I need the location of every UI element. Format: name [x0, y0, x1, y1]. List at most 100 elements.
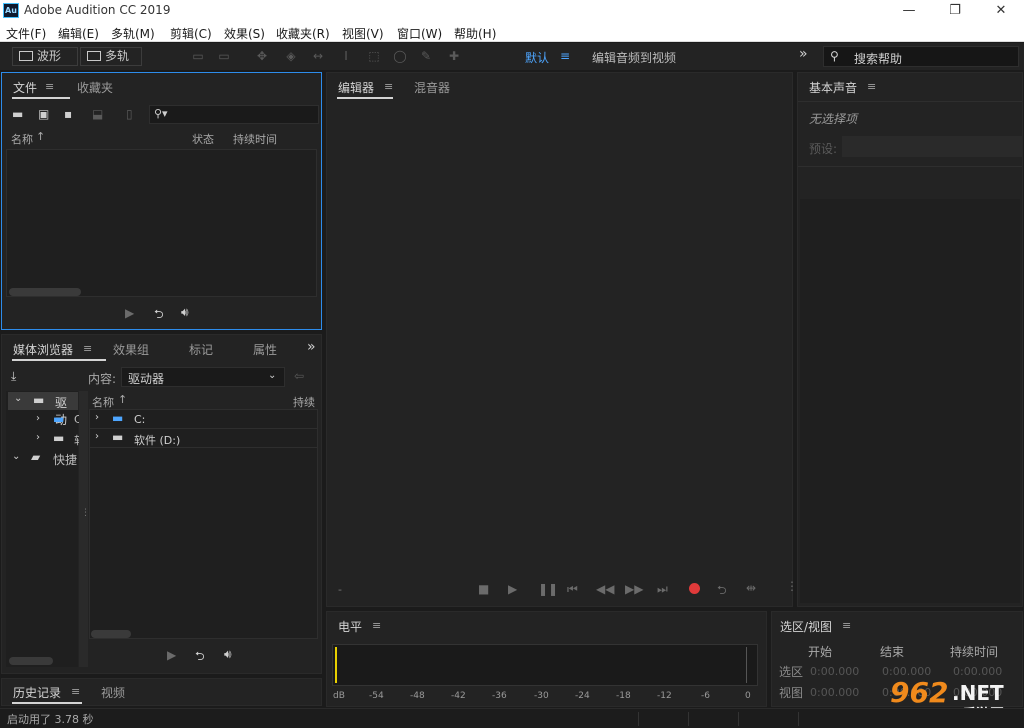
tab-media-browser[interactable]: 媒体浏览器	[13, 341, 73, 358]
restore-button[interactable]: ❐	[932, 0, 978, 22]
media-col-name[interactable]: 名称	[92, 394, 114, 410]
autoplay-speaker-icon[interactable]: 🔊︎	[224, 647, 232, 662]
spectral-display-icon[interactable]: ▭	[190, 49, 206, 64]
new-file-icon[interactable]: ▪	[64, 107, 72, 121]
tab-effects-rack[interactable]: 效果组	[113, 341, 149, 358]
spot-healing-tool-icon[interactable]: ✚	[446, 49, 462, 64]
history-panel-menu-icon[interactable]: ≡	[71, 685, 80, 698]
help-search-field[interactable]: ⚲ 搜索帮助	[823, 46, 1019, 67]
menu-help[interactable]: 帮助(H)	[454, 25, 496, 42]
preset-dropdown[interactable]	[842, 136, 1022, 157]
tab-editor[interactable]: 编辑器	[338, 79, 374, 96]
workspace-default[interactable]: 默认	[525, 49, 549, 66]
loop-icon[interactable]: ⮌	[195, 647, 205, 668]
play-icon[interactable]: ▶	[508, 582, 517, 596]
menu-file[interactable]: 文件(F)	[6, 25, 46, 42]
fast-forward-icon[interactable]: ▶▶	[625, 582, 643, 596]
waveform-view-button[interactable]: 波形	[12, 47, 78, 66]
tab-history[interactable]: 历史记录	[13, 684, 61, 701]
pause-icon[interactable]: ❚❚	[538, 582, 558, 596]
insert-icon[interactable]: ⬓	[92, 107, 103, 121]
razor-tool-icon[interactable]: ◈	[283, 49, 299, 64]
tree-row-drives[interactable]: ⌄ ▬ 驱动	[8, 392, 78, 427]
menu-edit[interactable]: 编辑(E)	[58, 25, 99, 42]
expand-chevron-icon[interactable]: ›	[36, 413, 40, 424]
tab-favorites[interactable]: 收藏夹	[77, 79, 113, 96]
expand-chevron-icon[interactable]: ⌄	[14, 393, 22, 404]
view-start-value[interactable]: 0:00.000	[810, 686, 859, 699]
record-icon[interactable]	[689, 583, 700, 594]
move-tool-icon[interactable]: ✥	[254, 49, 270, 64]
menu-multitrack[interactable]: 多轨(M)	[111, 25, 155, 42]
expand-chevron-icon[interactable]: ›	[95, 412, 99, 423]
back-arrow-icon[interactable]: ⇦	[294, 369, 304, 383]
time-selection-tool-icon[interactable]: I	[338, 49, 354, 64]
marquee-tool-icon[interactable]: ⬚	[366, 49, 382, 64]
expand-chevron-icon[interactable]: ⌄	[12, 451, 20, 462]
play-icon[interactable]: ▶	[167, 648, 176, 662]
watermark-net: .NET	[952, 681, 1004, 705]
rewind-icon[interactable]: ◀◀	[596, 582, 614, 596]
selection-start-value[interactable]: 0:00.000	[810, 665, 859, 678]
tree-hscroll[interactable]	[9, 657, 53, 665]
essential-sound-panel: 基本声音 ≡ 无选择项 预设:	[797, 72, 1023, 607]
multitrack-view-button[interactable]: 多轨	[80, 47, 142, 66]
stop-icon[interactable]: ■	[478, 582, 489, 596]
selection-panel-menu-icon[interactable]: ≡	[842, 619, 851, 632]
autoplay-speaker-icon[interactable]: 🔊︎	[181, 305, 189, 320]
list-item[interactable]: › ▬ C:	[90, 410, 317, 429]
tab-markers[interactable]: 标记	[189, 341, 213, 358]
expand-chevron-icon[interactable]: ›	[36, 432, 40, 443]
waveform-area[interactable]	[331, 101, 789, 579]
skip-selection-icon[interactable]: ⇹	[746, 581, 756, 595]
media-import-icon[interactable]: ⤓	[11, 369, 16, 384]
files-list[interactable]	[6, 149, 317, 297]
skip-previous-icon[interactable]: ⏮	[567, 582, 578, 597]
list-item[interactable]: › ▬ 软件 (D:)	[90, 429, 317, 448]
files-col-status[interactable]: 状态	[192, 131, 214, 147]
essential-sound-menu-icon[interactable]: ≡	[867, 80, 876, 93]
tab-properties[interactable]: 属性	[253, 341, 277, 358]
tab-video[interactable]: 视频	[101, 684, 125, 701]
files-panel-menu-icon[interactable]: ≡	[45, 80, 54, 93]
delete-icon[interactable]: ▯	[126, 107, 133, 121]
lasso-tool-icon[interactable]: ◯	[392, 49, 408, 64]
drive-tree[interactable]: ⌄ ▬ 驱动 › ▬ C › ▬ 软 ⌄ ▰ 快捷	[6, 391, 85, 667]
media-panel-menu-icon[interactable]: ≡	[83, 342, 92, 355]
media-file-list[interactable]: › ▬ C: › ▬ 软件 (D:)	[89, 409, 318, 639]
levels-panel-menu-icon[interactable]: ≡	[372, 619, 381, 632]
media-col-duration[interactable]: 持续	[293, 394, 315, 410]
menu-effects[interactable]: 效果(S)	[224, 25, 265, 42]
menu-favorites[interactable]: 收藏夹(R)	[276, 25, 330, 42]
workspace-menu-icon[interactable]: ≡	[560, 49, 570, 63]
tab-files[interactable]: 文件	[13, 79, 37, 96]
menu-view[interactable]: 视图(V)	[342, 25, 384, 42]
media-hscroll[interactable]	[91, 630, 131, 638]
menu-clip[interactable]: 剪辑(C)	[170, 25, 212, 42]
open-file-icon[interactable]: ▬	[12, 107, 23, 121]
import-file-icon[interactable]: ▣	[38, 107, 49, 121]
files-hscroll[interactable]	[9, 288, 81, 296]
slip-tool-icon[interactable]: ↔	[310, 49, 326, 64]
tree-splitter[interactable]: ⋮	[79, 391, 90, 667]
pitch-display-icon[interactable]: ▭	[216, 49, 232, 64]
brush-tool-icon[interactable]: ✎	[418, 49, 434, 64]
panel-overflow-icon[interactable]: »	[307, 339, 316, 355]
workspace-overflow-icon[interactable]: »	[799, 46, 808, 62]
menu-window[interactable]: 窗口(W)	[397, 25, 442, 42]
loop-playback-icon[interactable]: ⮌	[717, 581, 727, 602]
close-button[interactable]: ✕	[978, 0, 1024, 22]
loop-icon[interactable]: ⮌	[154, 305, 164, 326]
content-dropdown[interactable]: 驱动器 ⌄	[121, 367, 285, 387]
expand-chevron-icon[interactable]: ›	[95, 431, 99, 442]
files-col-name[interactable]: 名称	[11, 131, 33, 147]
play-icon[interactable]: ▶	[125, 306, 134, 320]
files-filter-input[interactable]: ⚲▾	[149, 105, 319, 124]
skip-next-icon[interactable]: ⏭	[657, 582, 668, 597]
workspace-edit-audio-to-video[interactable]: 编辑音频到视频	[592, 49, 676, 66]
editor-panel-menu-icon[interactable]: ≡	[384, 80, 393, 93]
tab-mixer[interactable]: 混音器	[414, 79, 450, 96]
search-placeholder: 搜索帮助	[854, 52, 903, 66]
files-col-duration[interactable]: 持续时间	[233, 131, 277, 147]
minimize-button[interactable]: —	[886, 0, 932, 22]
